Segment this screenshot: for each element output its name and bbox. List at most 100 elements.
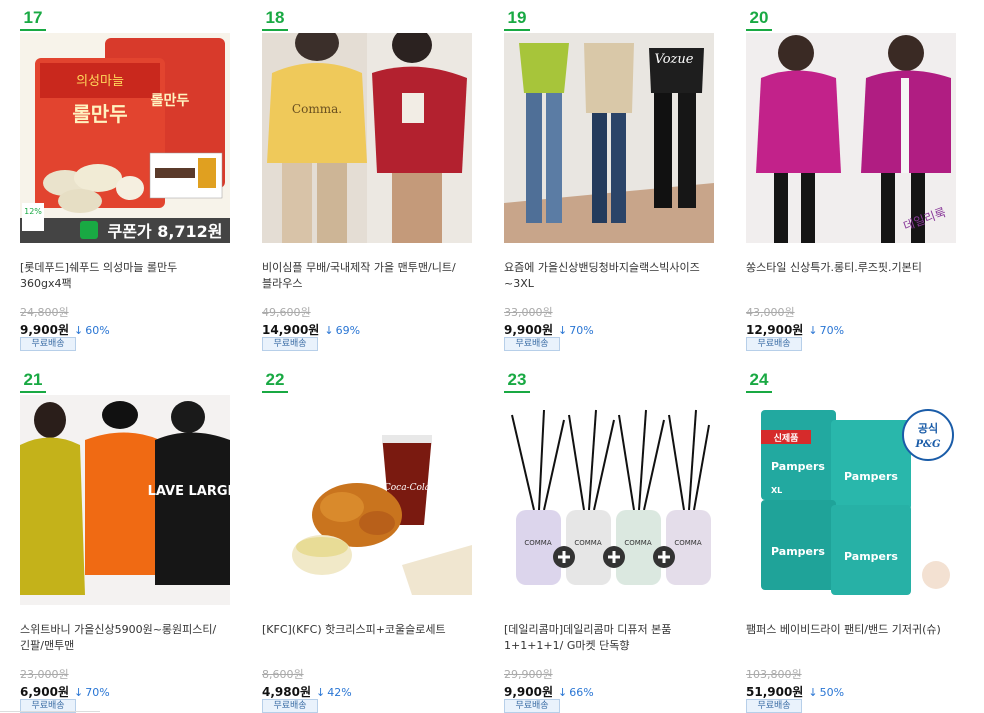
package-brand-text: Pampers — [771, 545, 825, 558]
bottle-label-text: COMMA — [524, 539, 551, 547]
price-row: 12,900원 ↓ 70% — [746, 319, 844, 338]
sale-price: 12,900원 — [746, 323, 804, 337]
price-row: 9,900원 ↓ 66% — [504, 681, 594, 700]
product-image[interactable]: 신제품 Pampers Pampers Pampers Pampers XL 공… — [746, 395, 956, 605]
bottle-label-text: COMMA — [624, 539, 651, 547]
product-title[interactable]: [KFC](KFC) 핫크리스피+코울슬로세트 — [262, 622, 472, 638]
rank-underline — [746, 29, 772, 31]
price-row: 9,900원 ↓ 60% — [20, 319, 110, 338]
price-row: 9,900원 ↓ 70% — [504, 319, 594, 338]
product-image[interactable]: COMMA COMMA COMMA COMMA — [504, 395, 714, 605]
discount-badge-text: 12% — [24, 207, 42, 216]
bottle-label-text: COMMA — [574, 539, 601, 547]
rank-number: 18 — [265, 8, 285, 27]
brand-logo-text: Vozue — [655, 52, 694, 67]
discount-rate: 60% — [85, 324, 110, 337]
product-image[interactable]: Vozue — [504, 33, 714, 243]
free-shipping-badge: 무료배송 — [262, 699, 318, 713]
product-title[interactable]: [데일리콤마]데일리콤마 디퓨저 본품 1+1+1+1/ G마켓 단독향 — [504, 622, 714, 654]
rank-underline — [746, 391, 772, 393]
down-arrow-icon: ↓ — [324, 324, 334, 337]
rank-underline — [20, 391, 46, 393]
free-shipping-badge: 무료배송 — [262, 337, 318, 351]
original-price: 29,900원 — [504, 668, 553, 681]
free-shipping-badge: 무료배송 — [746, 337, 802, 351]
free-shipping-badge: 무료배송 — [746, 699, 802, 713]
sale-price: 9,900원 — [20, 323, 69, 337]
rank-number: 20 — [749, 8, 769, 27]
original-price: 43,000원 — [746, 306, 795, 319]
sale-price: 4,980원 — [262, 685, 311, 699]
original-price: 24,800원 — [20, 306, 69, 319]
discount-rate: 69% — [335, 324, 361, 337]
down-arrow-icon: ↓ — [316, 686, 326, 699]
official-badge-text: 공식 — [918, 421, 938, 435]
free-shipping-badge: 무료배송 — [20, 337, 76, 351]
rank-underline — [262, 391, 288, 393]
down-arrow-icon: ↓ — [74, 324, 84, 337]
discount-rate: 70% — [85, 686, 110, 699]
product-image[interactable]: Coca-Cola — [262, 395, 472, 605]
rank-underline — [504, 391, 530, 393]
package-brand-text: Pampers — [844, 470, 898, 483]
price-row: 14,900원 ↓ 69% — [262, 319, 360, 338]
bottle-label-text: COMMA — [674, 539, 701, 547]
original-price: 33,000원 — [504, 306, 553, 319]
shirt-print-text: LAVE LARGE — [148, 484, 230, 499]
down-arrow-icon: ↓ — [558, 686, 568, 699]
rank-number: 17 — [23, 8, 43, 27]
package-brand-text: Pampers — [844, 550, 898, 563]
package-title-text: 롤만두 — [72, 102, 127, 126]
original-price: 23,000원 — [20, 668, 69, 681]
rank-underline — [504, 29, 530, 31]
sale-price: 9,900원 — [504, 323, 553, 337]
discount-rate: 50% — [819, 686, 845, 699]
discount-rate: 66% — [569, 686, 594, 699]
rank-number: 24 — [749, 370, 769, 389]
rank-underline — [262, 29, 288, 31]
rank-number: 23 — [507, 370, 527, 389]
sale-price: 9,900원 — [504, 685, 553, 699]
package-brand-text: 의성마늘 — [76, 74, 124, 89]
rank-number: 21 — [23, 370, 43, 389]
original-price: 8,600원 — [262, 668, 304, 681]
original-price: 103,800원 — [746, 668, 802, 681]
sale-price: 6,900원 — [20, 685, 69, 699]
down-arrow-icon: ↓ — [808, 324, 818, 337]
price-row: 51,900원 ↓ 50% — [746, 681, 844, 700]
product-title[interactable]: [롯데푸드]쉐푸드 의성마늘 롤만두 360gx4팩 — [20, 260, 230, 292]
price-row: 6,900원 ↓ 70% — [20, 681, 110, 700]
cup-logo-text: Coca-Cola — [384, 483, 430, 493]
shirt-print-text: Comma. — [292, 102, 342, 116]
down-arrow-icon: ↓ — [74, 686, 84, 699]
rank-underline — [20, 29, 46, 31]
down-arrow-icon: ↓ — [808, 686, 818, 699]
product-title[interactable]: 스위트바니 가을신상5900원~롱원피스티/긴팔/맨투맨 — [20, 622, 230, 654]
product-grid: 17 의성마늘 롤만두 롤만두 12% 쿠폰가 8,712원 [롯데푸드]쉐푸드… — [0, 0, 984, 713]
size-label-text: XL — [771, 486, 782, 495]
product-image[interactable]: Comma. — [262, 33, 472, 243]
product-image[interactable]: 의성마늘 롤만두 롤만두 12% 쿠폰가 8,712원 — [20, 33, 230, 243]
package-title-text: 롤만두 — [151, 93, 190, 109]
divider — [0, 711, 100, 712]
free-shipping-badge: 무료배송 — [504, 699, 560, 713]
product-title[interactable]: 비이심플 무배/국내제작 가을 맨투맨/니트/블라우스 — [262, 260, 472, 292]
product-title[interactable]: 팸퍼스 베이비드라이 팬티/밴드 기저귀(슈) — [746, 622, 956, 638]
rank-number: 19 — [507, 8, 527, 27]
sale-price: 51,900원 — [746, 685, 804, 699]
rank-number: 22 — [265, 370, 285, 389]
original-price: 49,600원 — [262, 306, 311, 319]
down-arrow-icon: ↓ — [558, 324, 568, 337]
product-image[interactable]: 데일리룩 — [746, 33, 956, 243]
pg-logo-text: P&G — [914, 439, 941, 450]
product-image[interactable]: LAVE LARGE — [20, 395, 230, 605]
package-brand-text: Pampers — [771, 460, 825, 473]
free-shipping-badge: 무료배송 — [504, 337, 560, 351]
discount-rate: 42% — [327, 686, 352, 699]
coupon-price-text: 쿠폰가 8,712원 — [107, 222, 222, 241]
discount-rate: 70% — [569, 324, 594, 337]
product-title[interactable]: 쏭스타일 신상특가.롱티.루즈핏.기본티 — [746, 260, 956, 276]
new-product-badge: 신제품 — [774, 432, 799, 444]
product-title[interactable]: 요즘에 가을신상밴딩청바지슬랙스빅사이즈~3XL — [504, 260, 714, 292]
price-row: 4,980원 ↓ 42% — [262, 681, 352, 700]
